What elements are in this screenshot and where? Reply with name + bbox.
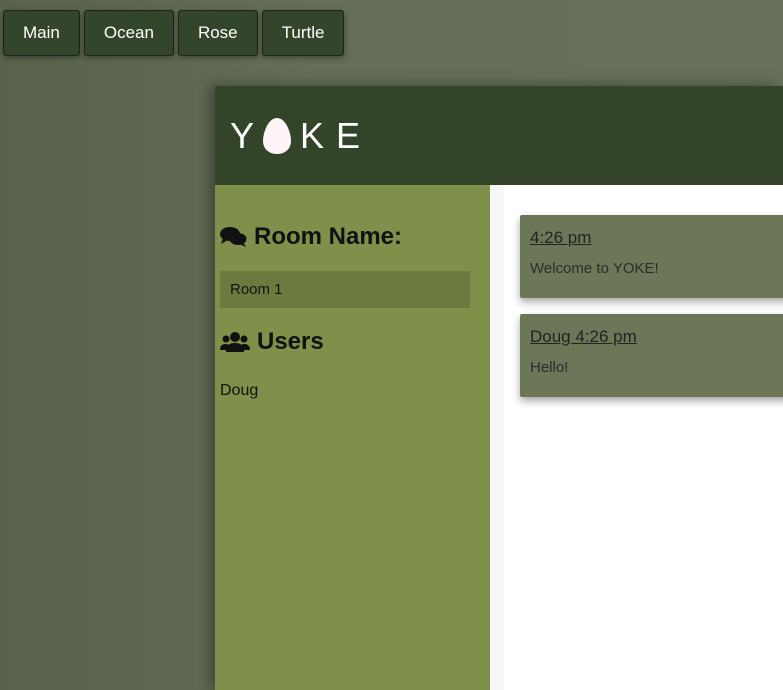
users-label: Users [257,328,324,355]
theme-button-rose[interactable]: Rose [177,10,258,56]
message-card: 4:26 pm Welcome to YOKE! [520,215,783,298]
message-text: Welcome to YOKE! [530,260,659,277]
comments-icon [220,227,247,247]
message-meta[interactable]: 4:26 pm [530,228,783,248]
yoke-logo: Y K E [230,115,360,157]
room-name-input[interactable] [220,271,470,308]
users-heading: Users [220,328,470,356]
logo-letter-e: E [336,114,361,156]
theme-button-main[interactable]: Main [3,10,80,56]
logo-letter-k: K [300,114,325,156]
theme-button-ocean[interactable]: Ocean [83,10,174,56]
app-header: Y K E [215,86,783,185]
room-name-label: Room Name: [254,223,403,250]
theme-selector: Main Ocean Rose Turtle [3,10,345,56]
room-name-heading: Room Name: [220,223,470,251]
users-icon [220,332,250,352]
user-list: Doug [220,382,470,400]
egg-icon [263,117,292,154]
message-text: Hello! [530,359,569,376]
chat-app: Y K E Room Name: Room 1 Users Doug 4:26 … [215,86,783,690]
sidebar: Room Name: Users Doug [215,185,490,690]
message-area: 4:26 pm Welcome to YOKE! Doug 4:26 pm He… [490,185,783,690]
theme-button-turtle[interactable]: Turtle [261,10,345,56]
message-meta[interactable]: Doug 4:26 pm [530,327,783,347]
logo-letter-y: Y [230,114,255,156]
message-card: Doug 4:26 pm Hello! [520,314,783,397]
message-list: 4:26 pm Welcome to YOKE! Doug 4:26 pm He… [504,185,783,397]
user-item: Doug [220,382,259,399]
